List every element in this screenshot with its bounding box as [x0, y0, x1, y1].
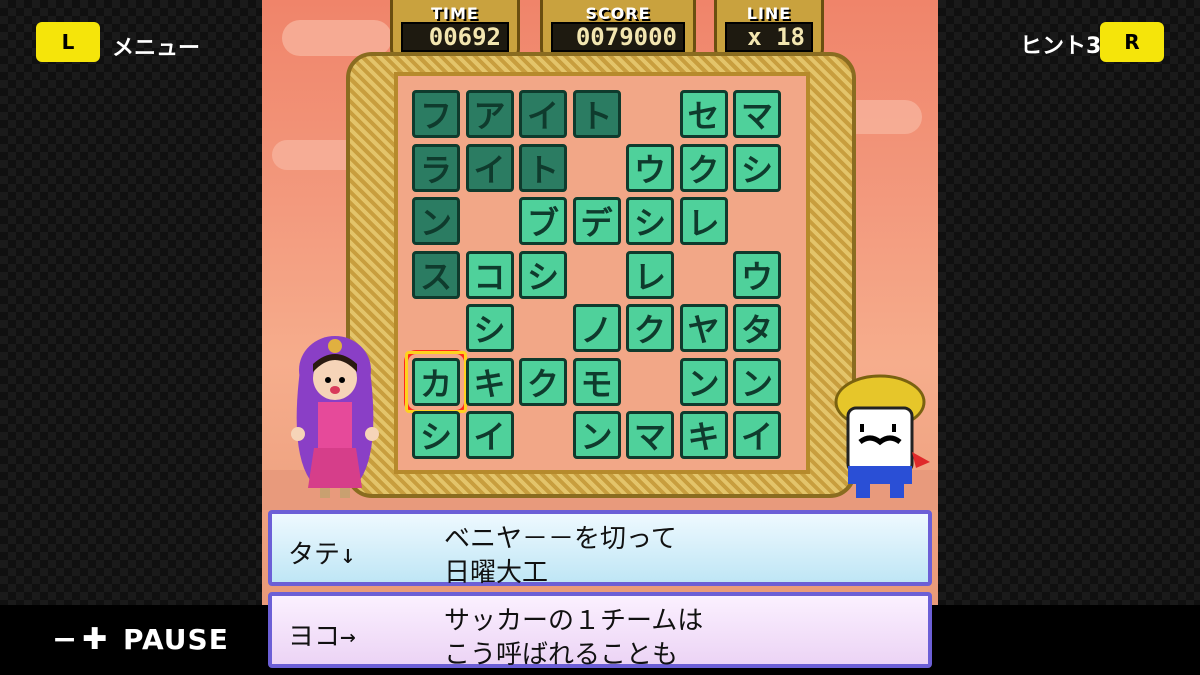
letter-tile-r6c5[interactable]: キ	[679, 411, 728, 459]
letter-tile-r3c6[interactable]: ウ	[733, 250, 781, 299]
tate-clue-line1: ベニヤ－－を切って	[444, 524, 677, 554]
cloud	[282, 20, 392, 56]
letter-tile-r4c4[interactable]: ク	[626, 304, 674, 352]
yoko-clue-line2: こう呼ばれることも	[444, 640, 679, 670]
letter-tile-r1c2[interactable]: ト	[519, 143, 567, 192]
tate-clue-line2: 日曜大工	[444, 558, 549, 588]
letter-tile-r4c6[interactable]: タ	[733, 304, 781, 352]
letter-tile-r5c3[interactable]: モ	[572, 357, 621, 406]
letter-tile-r3c4[interactable]: レ	[626, 250, 674, 299]
turban-man-character	[834, 374, 930, 498]
r-button[interactable]: R	[1100, 22, 1164, 62]
letter-tile-r5c2[interactable]: ク	[519, 357, 567, 406]
letter-tile-r0c0[interactable]: フ	[412, 90, 460, 138]
letter-tile-r6c3[interactable]: ン	[572, 411, 621, 459]
hint-label[interactable]: ヒント3	[1020, 28, 1101, 60]
menu-label[interactable]: メニュー	[112, 30, 200, 62]
yoko-clue-box: ヨコ→ サッカーの１チームは こう呼ばれることも	[268, 592, 932, 670]
pause-button[interactable]: − ✚ PAUSE	[52, 622, 229, 657]
letter-tile-r1c5[interactable]: ク	[679, 143, 728, 192]
minus-icon: −	[52, 622, 79, 657]
letter-tile-r1c0[interactable]: ラ	[412, 143, 460, 192]
letter-tile-r5c6[interactable]: ン	[733, 357, 781, 406]
letter-tile-r5c0[interactable]: カ	[404, 349, 468, 414]
letter-tile-r0c3[interactable]: ト	[572, 90, 621, 138]
letter-tile-r0c5[interactable]: セ	[679, 90, 728, 138]
letter-tile-r2c2[interactable]: ブ	[519, 197, 567, 245]
letter-tile-r5c1[interactable]: キ	[465, 357, 514, 406]
line-value: x 18	[725, 22, 813, 52]
letter-tile-r2c0[interactable]: ン	[412, 197, 460, 245]
letter-tile-r0c6[interactable]: マ	[733, 90, 781, 138]
yoko-direction: ヨコ→	[288, 622, 356, 652]
letter-tile-r3c2[interactable]: シ	[519, 250, 567, 299]
letter-tile-r6c0[interactable]: シ	[412, 411, 460, 459]
letter-tile-r1c6[interactable]: シ	[733, 143, 781, 192]
right-side-panel	[938, 0, 1200, 605]
l-button[interactable]: L	[36, 22, 100, 62]
letter-tile-r4c5[interactable]: ヤ	[679, 304, 728, 352]
pause-label: PAUSE	[123, 623, 229, 656]
letter-tile-r4c3[interactable]: ノ	[572, 304, 621, 352]
letter-tile-r1c4[interactable]: ウ	[626, 143, 674, 192]
letter-tile-r0c1[interactable]: ア	[465, 90, 514, 138]
line-label: LINE	[746, 4, 792, 23]
letter-tile-r5c5[interactable]: ン	[679, 357, 728, 406]
tate-clue-box: タテ↓ ベニヤ－－を切って 日曜大工	[268, 510, 932, 588]
girl-character	[291, 336, 379, 498]
plus-icon: ✚	[82, 622, 109, 657]
letter-tile-r6c6[interactable]: イ	[733, 411, 781, 459]
letter-tile-r2c4[interactable]: シ	[626, 197, 674, 245]
letter-tile-r2c3[interactable]: デ	[572, 197, 621, 245]
letter-tile-r3c1[interactable]: コ	[465, 250, 514, 299]
score-value: 0079000	[551, 22, 685, 52]
letter-tile-r3c0[interactable]: ス	[412, 250, 460, 299]
letter-tile-r4c1[interactable]: シ	[465, 304, 514, 352]
yoko-clue-line1: サッカーの１チームは	[444, 606, 704, 636]
left-side-panel	[0, 0, 262, 605]
tate-direction: タテ↓	[288, 540, 356, 570]
letter-tile-r2c5[interactable]: レ	[679, 197, 728, 245]
score-label: SCORE	[585, 4, 651, 23]
puzzle-board: フアイトセマライトウクシンブデシレスコシレウシノクヤタカキクモンンシインマキイ	[394, 72, 810, 474]
letter-tile-r6c4[interactable]: マ	[626, 411, 674, 459]
letter-tile-r6c1[interactable]: イ	[465, 411, 514, 459]
letter-tile-r1c1[interactable]: イ	[465, 143, 514, 192]
time-label: TIME	[431, 4, 479, 23]
letter-tile-r0c2[interactable]: イ	[519, 90, 567, 138]
time-value: 00692	[401, 22, 509, 52]
